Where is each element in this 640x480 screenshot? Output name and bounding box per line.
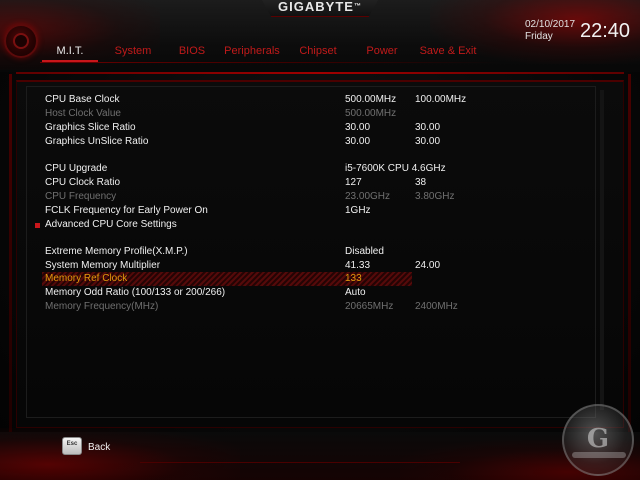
setting-label: Graphics UnSlice Ratio	[45, 136, 149, 147]
setting-value: 500.00MHz	[345, 108, 397, 119]
setting-value: 133	[345, 273, 362, 284]
setting-current-value: 2400MHz	[415, 301, 458, 312]
watermark-swoosh	[572, 452, 626, 458]
setting-row-memory-odd-ratio[interactable]: Memory Odd Ratio (100/133 or 200/266) Au…	[32, 286, 592, 300]
setting-value: Disabled	[345, 246, 384, 257]
setting-current-value: 100.00MHz	[415, 94, 467, 105]
setting-current-value: 38	[415, 177, 427, 188]
nav-divider	[40, 62, 500, 63]
settings-scrollbar[interactable]	[600, 90, 604, 410]
panel-left-edge	[9, 74, 12, 434]
setting-label: Extreme Memory Profile(X.M.P.)	[45, 246, 188, 257]
setting-label: Memory Odd Ratio (100/133 or 200/266)	[45, 287, 226, 298]
setting-value: 1GHz	[345, 205, 371, 216]
tab-power[interactable]: Power	[348, 44, 416, 60]
setting-value: 23.00GHz	[345, 191, 391, 202]
clock-display: 22:40	[580, 20, 631, 42]
setting-row-memory-frequency: Memory Frequency(MHz) 20665MHz 2400MHz	[32, 300, 592, 314]
setting-current-value: 30.00	[415, 136, 441, 147]
footer-divider	[140, 462, 460, 463]
setting-value: Auto	[345, 287, 366, 298]
panel-top-border	[16, 72, 624, 74]
setting-label: CPU Base Clock	[45, 94, 120, 105]
setting-label: CPU Upgrade	[45, 163, 108, 174]
setting-row-graphics-unslice-ratio[interactable]: Graphics UnSlice Ratio 30.00 30.00	[32, 135, 592, 149]
setting-label: FCLK Frequency for Early Power On	[45, 205, 208, 216]
tab-chipset[interactable]: Chipset	[288, 44, 348, 60]
setting-label: Host Clock Value	[45, 108, 121, 119]
setting-row-host-clock-value: Host Clock Value 500.00MHz	[32, 107, 592, 121]
setting-row-advanced-cpu-core-settings[interactable]: Advanced CPU Core Settings	[32, 218, 592, 232]
setting-row-graphics-slice-ratio[interactable]: Graphics Slice Ratio 30.00 30.00	[32, 121, 592, 135]
gigabyte-emblem-icon	[4, 24, 38, 58]
setting-value: 127	[345, 177, 362, 188]
setting-row-fclk-frequency[interactable]: FCLK Frequency for Early Power On 1GHz	[32, 204, 592, 218]
setting-current-value: 24.00	[415, 260, 441, 271]
day-display: Friday	[525, 31, 553, 42]
setting-value: i5-7600K CPU 4.6GHz	[345, 163, 446, 174]
date-display: 02/10/2017	[525, 19, 576, 30]
setting-label: CPU Clock Ratio	[45, 177, 121, 188]
setting-label: Advanced CPU Core Settings	[45, 219, 177, 230]
setting-label: Memory Frequency(MHz)	[45, 301, 159, 312]
tab-peripherals[interactable]: Peripherals	[216, 44, 288, 60]
site-watermark-logo: G	[562, 404, 634, 476]
brand-title: GIGABYTE™	[0, 0, 640, 14]
setting-row-cpu-frequency: CPU Frequency 23.00GHz 3.80GHz	[32, 190, 592, 204]
setting-row-xmp[interactable]: Extreme Memory Profile(X.M.P.) Disabled	[32, 245, 592, 259]
setting-row-memory-ref-clock[interactable]: Memory Ref Clock 133	[32, 272, 592, 286]
setting-value: 20665MHz	[345, 301, 394, 312]
esc-key-icon[interactable]: Esc	[62, 437, 82, 455]
tab-mit[interactable]: M.I.T.	[42, 44, 98, 62]
setting-label: CPU Frequency	[45, 191, 117, 202]
tab-save-exit[interactable]: Save & Exit	[416, 44, 480, 60]
setting-value: 30.00	[345, 136, 371, 147]
back-button[interactable]: Back	[88, 442, 110, 454]
setting-row-cpu-base-clock[interactable]: CPU Base Clock 500.00MHz 100.00MHz	[32, 93, 592, 107]
nav-tabs: M.I.T. System BIOS Peripherals Chipset P…	[42, 44, 480, 62]
tab-bios[interactable]: BIOS	[168, 44, 216, 60]
setting-label: System Memory Multiplier	[45, 260, 161, 271]
setting-label: Memory Ref Clock	[45, 273, 128, 284]
watermark-glyph: G	[586, 424, 610, 454]
setting-label: Graphics Slice Ratio	[45, 122, 136, 133]
footer-left-glow	[0, 428, 240, 480]
setting-row-cpu-clock-ratio[interactable]: CPU Clock Ratio 127 38	[32, 176, 592, 190]
setting-current-value: 30.00	[415, 122, 441, 133]
setting-row-system-memory-multiplier[interactable]: System Memory Multiplier 41.33 24.00	[32, 259, 592, 273]
submenu-bullet-icon	[35, 223, 40, 228]
bios-screen: GIGABYTE™ M.I.T. System BIOS Peripherals…	[0, 0, 640, 480]
brand-trademark: ™	[353, 3, 362, 10]
setting-value: 30.00	[345, 122, 371, 133]
setting-value: 500.00MHz	[345, 94, 397, 105]
panel-right-edge	[628, 74, 631, 434]
setting-current-value: 3.80GHz	[415, 191, 455, 202]
setting-row-cpu-upgrade[interactable]: CPU Upgrade i5-7600K CPU 4.6GHz	[32, 162, 592, 176]
brand-name: GIGABYTE	[278, 0, 354, 14]
emblem-inner-ring	[13, 33, 29, 49]
tab-system[interactable]: System	[98, 44, 168, 60]
setting-value: 41.33	[345, 260, 371, 271]
